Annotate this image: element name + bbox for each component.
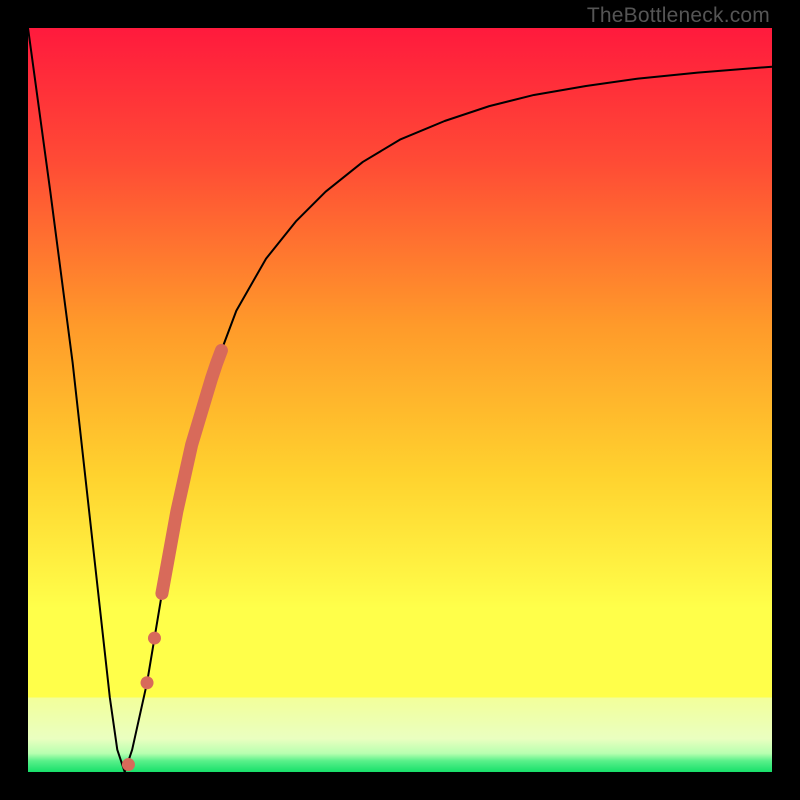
highlight-dot xyxy=(122,758,135,771)
highlight-segment xyxy=(162,350,222,593)
chart-frame: TheBottleneck.com xyxy=(0,0,800,800)
bottleneck-curve xyxy=(28,28,772,772)
watermark-text: TheBottleneck.com xyxy=(587,4,770,28)
plot-area xyxy=(28,28,772,772)
highlight-dot xyxy=(141,676,154,689)
highlight-dot xyxy=(148,632,161,645)
curve-path xyxy=(28,28,772,772)
